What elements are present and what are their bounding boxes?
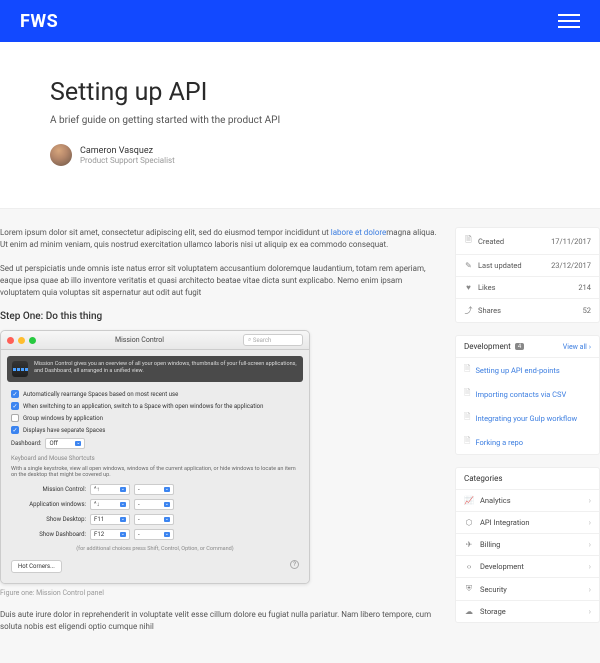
file-icon: 🗎 (464, 234, 473, 248)
logo[interactable]: FWS (20, 11, 58, 32)
shortcut-mission-control[interactable]: Mission Control:^↑⌄-⌄ (7, 482, 303, 497)
heart-icon: ♥ (464, 283, 473, 292)
shield-icon: ⛨ (464, 584, 474, 594)
chevron-right-icon: › (589, 540, 591, 549)
content-area: Lorem ipsum dolor sit amet, consectetur … (0, 209, 600, 663)
top-header: FWS (0, 0, 600, 42)
checkbox-switch-space[interactable]: ✓When switching to an application, switc… (7, 400, 303, 412)
intro-para-2: Sed ut perspiciatis unde omnis iste natu… (0, 263, 437, 299)
chevron-right-icon: › (589, 607, 591, 616)
chevron-right-icon: › (589, 518, 591, 527)
mac-window-title: Mission Control (40, 336, 239, 344)
chevron-right-icon: › (589, 496, 591, 505)
intro-link[interactable]: labore et dolore (331, 228, 387, 237)
doc-icon: 🗎 (464, 411, 470, 425)
chevron-right-icon: › (589, 343, 591, 351)
related-item[interactable]: 🗎Forking a repo (456, 430, 599, 454)
menu-icon[interactable] (558, 14, 580, 28)
category-development[interactable]: ‹›Development› (456, 556, 599, 578)
traffic-lights[interactable] (7, 337, 36, 344)
shortcuts-note: With a single keystroke, view all open w… (7, 464, 303, 482)
checkbox-auto-rearrange[interactable]: ✓Automatically rearrange Spaces based on… (7, 388, 303, 400)
shortcut-show-dashboard[interactable]: Show Dashboard:F12⌄-⌄ (7, 527, 303, 542)
related-card: Development4 View all› 🗎Setting up API e… (455, 335, 600, 455)
intro-para-1: Lorem ipsum dolor sit amet, consectetur … (0, 227, 437, 251)
count-badge: 4 (515, 343, 524, 350)
view-all-link[interactable]: View all› (563, 343, 591, 351)
chevron-right-icon: › (589, 562, 591, 571)
main-column: Lorem ipsum dolor sit amet, consectetur … (0, 227, 437, 645)
page-subtitle: A brief guide on getting started with th… (50, 115, 550, 126)
related-item[interactable]: 🗎Integrating your Gulp workflow (456, 406, 599, 430)
cloud-icon: ☁ (464, 607, 474, 616)
meta-likes: ♥Likes 214 (456, 277, 599, 299)
step-heading: Step One: Do this thing (0, 311, 437, 322)
meta-shares: ⤴Shares 52 (456, 299, 599, 322)
plane-icon: ✈ (464, 540, 474, 549)
category-billing[interactable]: ✈Billing› (456, 534, 599, 556)
para-3: Duis aute irure dolor in reprehenderit i… (0, 609, 437, 633)
api-icon: ⬡ (464, 518, 474, 527)
mission-control-icon (12, 361, 28, 377)
doc-icon: 🗎 (464, 387, 470, 401)
doc-icon: 🗎 (464, 363, 470, 377)
figure-caption: Figure one: Mission Control panel (0, 589, 437, 597)
meta-card: 🗎Created 17/11/2017 ✎Last updated 23/12/… (455, 227, 600, 323)
shortcuts-heading: Keyboard and Mouse Shortcuts (7, 451, 303, 464)
author-block: Cameron Vasquez Product Support Speciali… (50, 144, 550, 166)
meta-updated: ✎Last updated 23/12/2017 (456, 255, 599, 277)
code-icon: ‹› (464, 562, 474, 571)
author-role: Product Support Specialist (80, 156, 175, 165)
related-heading: Development4 (464, 342, 524, 351)
shortcut-app-windows[interactable]: Application windows:^↓⌄-⌄ (7, 497, 303, 512)
shortcut-show-desktop[interactable]: Show Desktop:F11⌄-⌄ (7, 512, 303, 527)
hot-corners-button[interactable]: Hot Corners... (11, 560, 62, 573)
article-header: Setting up API A brief guide on getting … (0, 42, 600, 186)
chevron-right-icon: › (589, 585, 591, 594)
category-security[interactable]: ⛨Security› (456, 578, 599, 601)
meta-created: 🗎Created 17/11/2017 (456, 228, 599, 255)
shortcut-footnote: (for additional choices press Shift, Con… (7, 542, 303, 556)
categories-heading: Categories (456, 468, 599, 490)
description-banner: Mission Control gives you an overview of… (7, 356, 303, 382)
share-icon: ⤴ (464, 305, 473, 316)
screenshot-mission-control: Mission Control ⌕ Search Mission Control… (0, 330, 310, 584)
author-name: Cameron Vasquez (80, 146, 175, 156)
doc-icon: 🗎 (464, 435, 470, 449)
related-item[interactable]: 🗎Setting up API end-points (456, 358, 599, 382)
avatar (50, 144, 72, 166)
category-analytics[interactable]: 📈Analytics› (456, 490, 599, 512)
related-item[interactable]: 🗎Importing contacts via CSV (456, 382, 599, 406)
help-icon[interactable]: ? (290, 560, 299, 569)
category-api[interactable]: ⬡API Integration› (456, 512, 599, 534)
sidebar: 🗎Created 17/11/2017 ✎Last updated 23/12/… (455, 227, 600, 645)
checkbox-separate-spaces[interactable]: ✓Displays have separate Spaces (7, 424, 303, 436)
chart-icon: 📈 (464, 496, 474, 505)
search-input[interactable]: ⌕ Search (243, 334, 303, 346)
category-storage[interactable]: ☁Storage› (456, 601, 599, 622)
dashboard-select[interactable]: Dashboard:Off⌄ (7, 436, 303, 451)
mac-titlebar: Mission Control ⌕ Search (1, 331, 309, 350)
search-icon: ⌕ (248, 336, 251, 344)
page-title: Setting up API (50, 78, 550, 107)
checkbox-group-windows[interactable]: Group windows by application (7, 412, 303, 424)
pencil-icon: ✎ (464, 261, 473, 270)
